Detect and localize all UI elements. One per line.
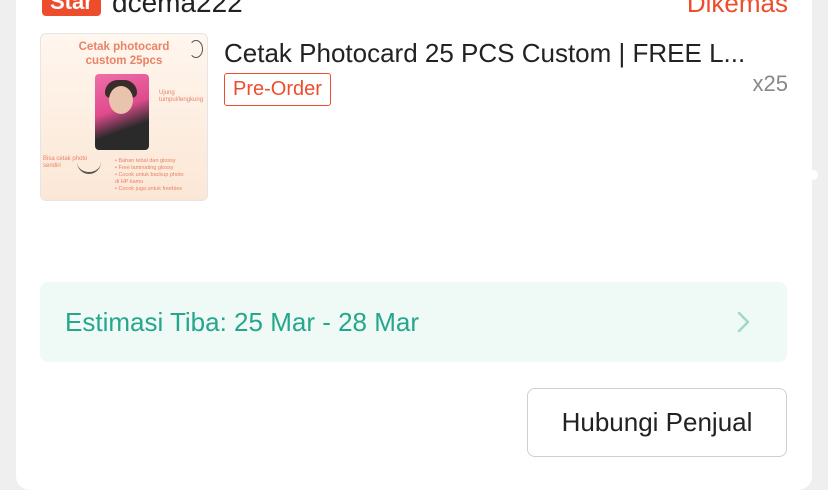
star-seller-badge: Star xyxy=(42,0,101,16)
thumbnail-feature-list: • Bahan tebal dan glossy • Free laminati… xyxy=(115,158,184,192)
contact-seller-button[interactable]: Hubungi Penjual xyxy=(527,388,787,457)
product-thumbnail[interactable]: Cetak photocard custom 25pcs Ujung tumpu… xyxy=(40,33,208,201)
swirl-decoration xyxy=(189,40,203,58)
product-title[interactable]: Cetak Photocard 25 PCS Custom | FREE L..… xyxy=(224,36,790,70)
estimated-arrival-label: Estimasi Tiba: 25 Mar - 28 Mar xyxy=(65,307,419,337)
photo-face xyxy=(109,86,133,114)
thumbnail-title: Cetak photocard custom 25pcs xyxy=(78,41,170,67)
order-card: Star dcema222 Dikemas Cetak photocard cu… xyxy=(16,0,812,490)
shop-header[interactable]: Star dcema222 Dikemas xyxy=(42,0,788,18)
chevron-right-icon xyxy=(737,311,750,333)
shop-name[interactable]: dcema222 xyxy=(112,0,243,18)
product-quantity: x25 xyxy=(752,71,788,96)
photocard-image xyxy=(95,74,149,150)
preorder-tag: Pre-Order xyxy=(224,73,331,106)
estimated-arrival-row[interactable]: Estimasi Tiba: 25 Mar - 28 Mar xyxy=(40,282,787,362)
curved-arrow-icon xyxy=(77,162,101,174)
thumbnail-note-corner: Ujung tumpul/lengkung xyxy=(159,90,204,103)
order-status: Dikemas xyxy=(686,0,788,18)
